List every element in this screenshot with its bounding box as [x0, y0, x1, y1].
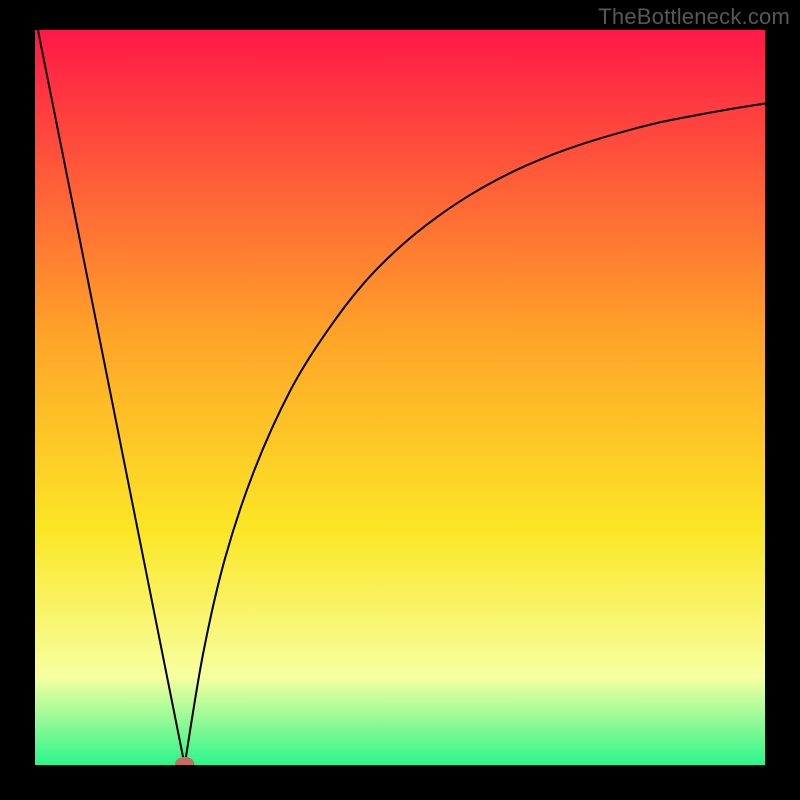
chart-frame: TheBottleneck.com: [0, 0, 800, 800]
watermark-text: TheBottleneck.com: [598, 4, 790, 30]
gradient-background: [35, 30, 765, 765]
plot-area: [35, 30, 765, 765]
chart-svg: [35, 30, 765, 765]
